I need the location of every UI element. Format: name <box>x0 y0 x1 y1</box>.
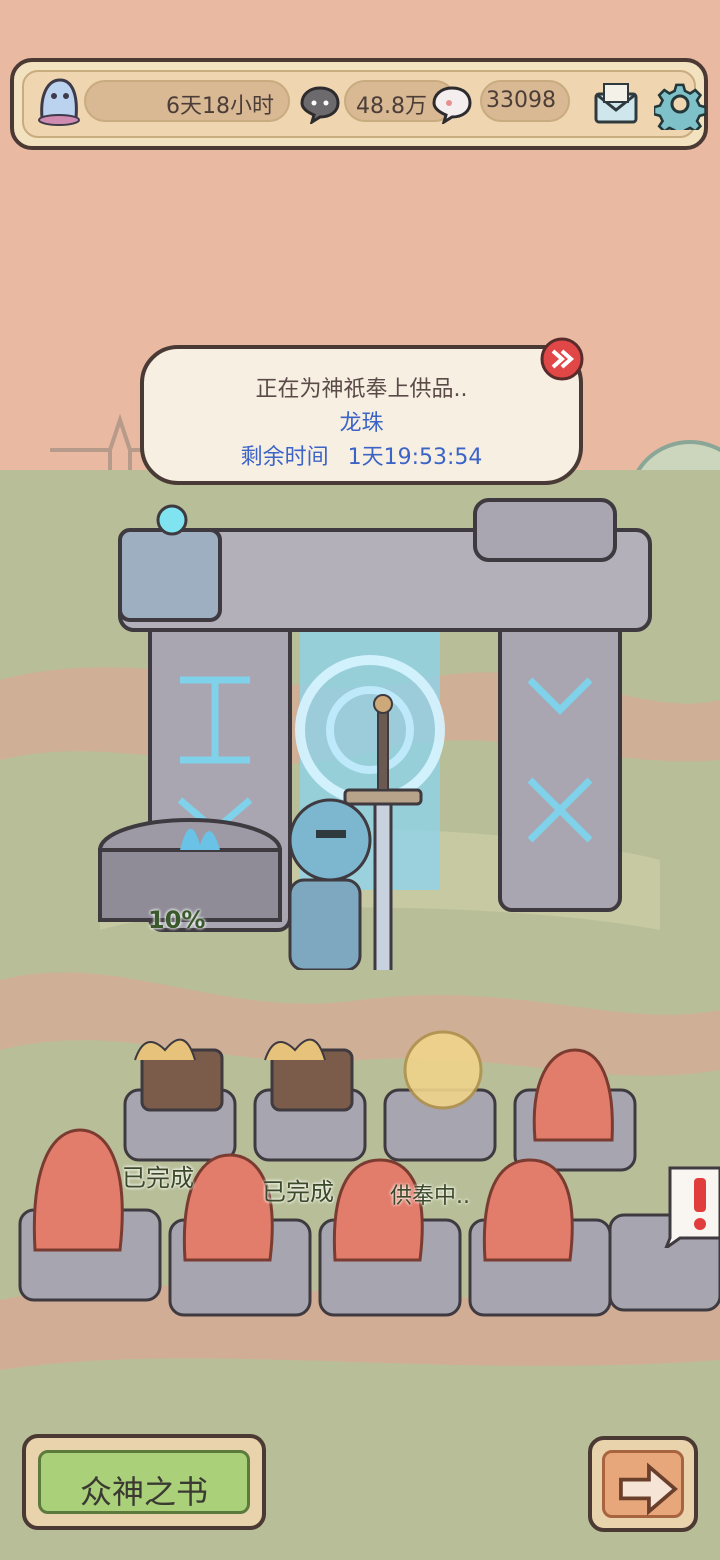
ice-character <box>288 798 372 970</box>
ghost-timer: 6天18小时 <box>166 94 274 119</box>
mail-icon[interactable] <box>592 80 640 128</box>
next-button-face <box>602 1450 684 1518</box>
offering-remaining-time: 剩余时间 1天19:53:54 <box>144 439 579 471</box>
light-bubble-count: 33098 <box>486 88 556 113</box>
slot-3-status: 供奉中.. <box>390 1184 470 1209</box>
gods-book-button[interactable]: 众神之书 <box>22 1434 266 1530</box>
slot-1[interactable] <box>123 1038 237 1162</box>
altar-progress-label: 10% <box>148 906 206 934</box>
slot-1-status: 已完成 <box>122 1164 194 1192</box>
slot-3[interactable] <box>383 1030 497 1162</box>
fast-forward-icon[interactable] <box>539 336 585 382</box>
dark-bubble-icon <box>300 86 340 124</box>
time-value: 1天19:53:54 <box>347 445 483 470</box>
slot-8[interactable] <box>468 1158 612 1317</box>
slot-2-status: 已完成 <box>262 1178 334 1206</box>
stone-gate <box>98 498 652 970</box>
top-status-bar: 6天18小时 48.8万 33098 <box>10 58 708 150</box>
red-ghost-icon <box>482 1158 574 1262</box>
red-ghost-icon <box>332 1158 424 1262</box>
red-ghost-icon <box>32 1128 124 1252</box>
alert-icon[interactable] <box>660 1158 720 1248</box>
arrow-right-icon <box>619 1462 678 1516</box>
slot-4[interactable] <box>513 1048 637 1172</box>
offering-item-name: 龙珠 <box>339 411 384 436</box>
dark-bubble-count: 48.8万 <box>356 94 427 119</box>
offering-slots <box>18 1030 720 1317</box>
altar-machine <box>118 504 222 622</box>
treasure-chest-icon <box>134 1038 224 1112</box>
time-label: 剩余时间 <box>240 445 329 470</box>
gods-book-label: 众神之书 <box>79 1473 208 1511</box>
offering-speech-bubble: 正在为神祇奉上供品.. 龙珠 剩余时间 1天19:53:54 <box>140 345 583 485</box>
offering-status-text: 正在为神祇奉上供品.. <box>255 377 468 402</box>
treasure-chest-icon <box>264 1038 354 1112</box>
slot-2[interactable] <box>253 1038 367 1162</box>
light-bubble-icon <box>432 86 472 124</box>
next-button[interactable] <box>588 1436 698 1532</box>
red-ghost-icon <box>532 1048 614 1142</box>
fire-bowl <box>98 818 282 922</box>
gods-book-button-face: 众神之书 <box>38 1450 250 1514</box>
ghost-icon[interactable] <box>32 74 86 128</box>
dragon-orb-icon <box>403 1030 483 1110</box>
gear-icon[interactable] <box>654 78 706 130</box>
game-scene: 6天18小时 48.8万 33098 正在为神祇奉上供品.. 龙珠 剩余时间 1… <box>0 0 720 1560</box>
red-ghost-icon <box>182 1153 274 1262</box>
